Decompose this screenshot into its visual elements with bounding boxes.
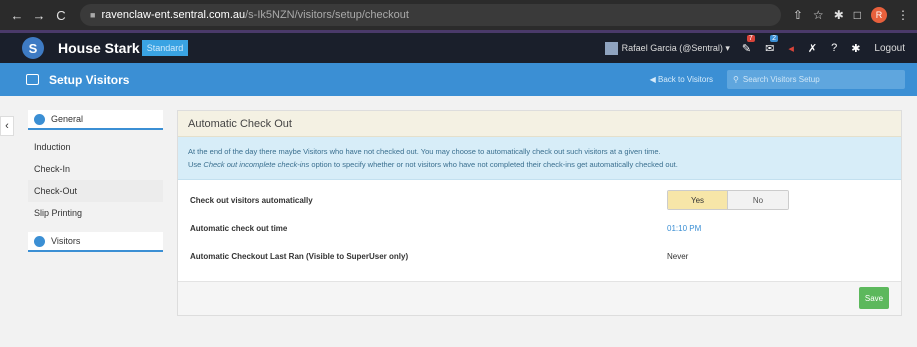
app-header: S House Stark Standard Rafael Garcia (@S… (0, 30, 917, 63)
sidebar-item-slip-printing[interactable]: Slip Printing (28, 202, 163, 224)
user-name: Rafael Garcia (@Sentral) ▾ (621, 42, 730, 53)
lock-icon: ■ (90, 10, 96, 20)
auto-checkout-toggle[interactable]: Yes No (667, 190, 789, 210)
window-icon[interactable]: □ (854, 8, 861, 22)
address-bar[interactable]: ■ ravenclaw-ent.sentral.com.au/s-Ik5NZN/… (80, 4, 781, 26)
school-name: House Stark (58, 40, 140, 56)
reload-icon[interactable]: C (52, 6, 70, 24)
info-text: option to specify whether or not visitor… (309, 160, 678, 169)
general-icon (34, 113, 45, 125)
sidebar-item-check-in[interactable]: Check-In (28, 158, 163, 180)
help-icon[interactable]: ? (831, 42, 837, 54)
search-icon: ⚲ (733, 75, 739, 84)
share-icon[interactable]: ⇧ (793, 8, 803, 22)
visitors-icon (34, 235, 45, 247)
toggle-no-button[interactable]: No (728, 191, 788, 209)
logout-link[interactable]: Logout (874, 43, 905, 54)
sidebar-group-label: Visitors (51, 236, 81, 246)
checkout-panel: Automatic Check Out At the end of the da… (177, 110, 902, 316)
extension-icon[interactable]: ✱ (834, 8, 844, 22)
page-title: Setup Visitors (49, 72, 130, 87)
info-line: At the end of the day there maybe Visito… (188, 147, 661, 156)
message-badge: 2 (770, 34, 778, 42)
search-placeholder: Search Visitors Setup (742, 75, 820, 84)
settings-gear-icon[interactable]: ✱ (851, 42, 860, 55)
last-ran-value: Never (667, 251, 689, 261)
notification-badge: 7 (746, 34, 755, 42)
messages-icon[interactable]: ✉ 2 (765, 34, 778, 55)
sidebar-group-label: General (51, 114, 84, 124)
sidebar-item-induction[interactable]: Induction (28, 136, 163, 158)
setting-row: Automatic check out time 01:10 PM (178, 214, 901, 242)
setting-label: Automatic check out time (190, 223, 288, 233)
back-to-visitors-link[interactable]: ◀ Back to Visitors (650, 75, 713, 84)
sidebar: General Induction Check-In Check-Out Sli… (28, 110, 163, 258)
sentral-logo[interactable]: S (22, 37, 44, 59)
info-line: Use Check out incomplete check-ins optio… (188, 158, 891, 171)
sidebar-group-general[interactable]: General (28, 110, 163, 130)
info-box: At the end of the day there maybe Visito… (178, 137, 901, 180)
panel-footer: Save (178, 281, 901, 315)
sidebar-group-visitors[interactable]: Visitors (28, 232, 163, 252)
browser-chrome: ← → C ■ ravenclaw-ent.sentral.com.au/s-I… (0, 0, 917, 30)
bookmark-star-icon[interactable]: ☆ (813, 8, 824, 22)
info-option-name: Check out incomplete check-ins (203, 160, 310, 169)
url-path: /s-Ik5NZN/visitors/setup/checkout (245, 9, 409, 21)
sidebar-item-check-out[interactable]: Check-Out (28, 180, 163, 202)
notifications-icon[interactable]: ✎ 7 (742, 34, 755, 55)
search-input[interactable]: ⚲ Search Visitors Setup (727, 70, 905, 89)
panel-title: Automatic Check Out (178, 111, 901, 137)
setting-label: Check out visitors automatically (190, 195, 313, 205)
browser-menu-icon[interactable]: ⋮ (897, 8, 909, 22)
setting-row: Check out visitors automatically Yes No (178, 186, 901, 214)
page-toolbar: Setup Visitors ◀ Back to Visitors ⚲ Sear… (0, 63, 917, 96)
url-host: ravenclaw-ent.sentral.com.au (101, 9, 246, 21)
collapse-sidebar-button[interactable]: ‹ (0, 116, 14, 136)
back-arrow-icon[interactable]: ← (8, 6, 26, 24)
edition-badge: Standard (141, 40, 189, 56)
info-text: Use (188, 160, 204, 169)
alert-icon[interactable]: ◂ (788, 42, 794, 55)
save-button[interactable]: Save (859, 287, 889, 309)
visitors-card-icon (26, 74, 39, 85)
checkout-time-value[interactable]: 01:10 PM (667, 224, 701, 233)
profile-avatar[interactable]: R (871, 7, 887, 23)
setting-row: Automatic Checkout Last Ran (Visible to … (178, 242, 901, 270)
tools-icon[interactable]: ✗ (808, 42, 817, 55)
toggle-yes-button[interactable]: Yes (668, 191, 728, 209)
forward-arrow-icon[interactable]: → (30, 6, 48, 24)
user-menu[interactable]: Rafael Garcia (@Sentral) ▾ (604, 41, 730, 55)
user-avatar-icon (604, 41, 618, 55)
setting-label: Automatic Checkout Last Ran (Visible to … (190, 251, 409, 261)
